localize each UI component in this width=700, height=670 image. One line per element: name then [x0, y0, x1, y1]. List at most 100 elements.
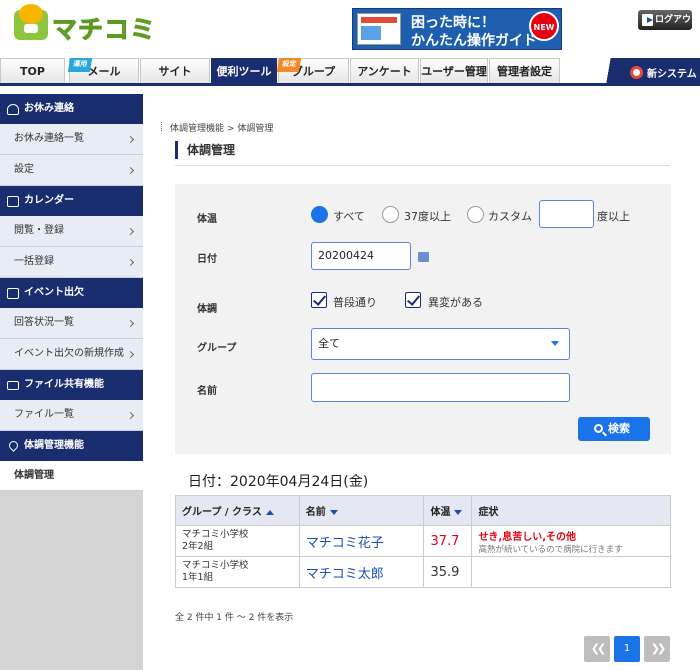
- col-header-class[interactable]: グループ / クラス: [175, 495, 300, 526]
- tab-label: 管理者設定: [497, 65, 552, 78]
- chevron-right-icon: [126, 350, 135, 359]
- tab-label: アンケート: [357, 65, 412, 78]
- student-name-link[interactable]: マチコミ花子: [306, 536, 384, 551]
- tab-tag: 設定: [276, 58, 302, 72]
- date-input[interactable]: 20200424: [311, 242, 411, 270]
- custom-temp-input[interactable]: [539, 200, 594, 228]
- computer-screen-icon: [357, 13, 401, 45]
- tab-top[interactable]: TOP: [0, 58, 65, 83]
- cell-class: マチコミ小学校 2年2組: [175, 525, 300, 557]
- logout-icon: [642, 14, 653, 26]
- heart-icon: [7, 439, 20, 452]
- header: マチコミ 困った時に！ かんたん操作ガイド NEW ログアウト: [0, 0, 700, 58]
- sidebar-item-health-management[interactable]: 体調管理: [0, 461, 143, 491]
- radio-temp-all[interactable]: [311, 206, 328, 223]
- cell-name[interactable]: マチコミ太郎: [298, 556, 425, 588]
- next-page-button[interactable]: ❯❯: [644, 636, 670, 662]
- checkbox-normal-label: 普段通り: [333, 296, 377, 309]
- name-label: 名前: [197, 386, 217, 397]
- double-chevron-right-icon: ❯❯: [650, 642, 667, 655]
- header-label: 名前: [305, 507, 326, 518]
- item-label: 設定: [14, 164, 34, 175]
- tab-survey[interactable]: アンケート: [350, 58, 419, 83]
- sidebar: お休み連絡 お休み連絡一覧 設定 カレンダー 閲覧・登録 一括登録 イベント出欠…: [0, 86, 143, 670]
- page-1-button[interactable]: 1: [614, 636, 640, 662]
- tab-tools[interactable]: 便利ツール: [211, 58, 277, 83]
- new-system-link[interactable]: 新システム: [560, 58, 700, 86]
- tab-label: ユーザー管理: [421, 65, 487, 78]
- radio-temp-37-label: 37度以上: [404, 210, 451, 223]
- sidebar-item-event-create[interactable]: イベント出欠の新規作成: [0, 339, 143, 370]
- tab-label: メール: [87, 65, 121, 78]
- sidebar-item-calendar-view[interactable]: 閲覧・登録: [0, 216, 143, 247]
- col-header-symptom: 症状: [471, 495, 671, 526]
- prev-page-button[interactable]: ❮❮: [584, 636, 610, 662]
- gear-icon: [630, 66, 643, 79]
- tab-label: 便利ツール: [216, 65, 272, 78]
- header-label: グループ / クラス: [182, 507, 262, 518]
- symptom-text: せき,息苦しい,その他: [478, 531, 577, 543]
- col-header-temp[interactable]: 体温: [423, 495, 473, 526]
- logo-text: マチコミ: [51, 15, 157, 45]
- group-select[interactable]: 全て: [311, 328, 570, 360]
- radio-temp-37[interactable]: [382, 206, 399, 223]
- chevron-right-icon: [126, 135, 135, 144]
- tab-admin-settings[interactable]: 管理者設定: [489, 58, 560, 83]
- page-title: 体調管理: [175, 140, 670, 166]
- logout-button[interactable]: ログアウト: [638, 10, 692, 45]
- sidebar-item-file-list[interactable]: ファイル一覧: [0, 400, 143, 431]
- class-school: マチコミ小学校: [182, 529, 249, 540]
- class-grade: 2年2組: [182, 541, 214, 552]
- sidebar-item-absence-settings[interactable]: 設定: [0, 155, 143, 186]
- tab-group[interactable]: 設定 グループ: [276, 58, 349, 83]
- search-button[interactable]: 検索: [578, 417, 650, 441]
- radio-temp-all-label: すべて: [333, 210, 365, 223]
- tab-tag: 運用: [67, 58, 93, 72]
- section-title: イベント出欠: [24, 287, 84, 298]
- checkbox-normal[interactable]: [311, 292, 327, 308]
- radio-temp-custom[interactable]: [467, 206, 484, 223]
- folder-icon: [7, 381, 19, 390]
- machicomi-logo[interactable]: マチコミ: [12, 4, 162, 45]
- calendar-icon[interactable]: [418, 252, 429, 262]
- cell-temp: 37.7: [423, 525, 473, 557]
- health-table: グループ / クラス 名前 体温 症状 マチコミ小学校 2年2組 マチコミ花子 3…: [175, 495, 671, 588]
- header-label: 症状: [478, 507, 499, 518]
- item-label: 回答状況一覧: [14, 317, 74, 328]
- tab-mail[interactable]: 運用 メール: [67, 58, 139, 83]
- checkbox-icon: [7, 288, 19, 299]
- radio-temp-custom-label: カスタム: [488, 210, 532, 223]
- cell-temp: 35.9: [423, 556, 473, 588]
- guide-banner[interactable]: 困った時に！ かんたん操作ガイド NEW: [352, 8, 562, 50]
- table-header-row: グループ / クラス 名前 体温 症状: [175, 495, 671, 526]
- item-label: 一括登録: [14, 256, 54, 267]
- breadcrumb-parent[interactable]: 体調管理機能: [170, 124, 224, 134]
- chevron-down-icon: [551, 341, 559, 346]
- name-input[interactable]: [311, 373, 570, 402]
- breadcrumb-current: 体調管理: [237, 124, 274, 134]
- calendar-icon: [7, 196, 19, 207]
- sort-down-icon: [454, 509, 463, 515]
- student-name-link[interactable]: マチコミ太郎: [306, 567, 384, 582]
- new-badge: NEW: [529, 11, 559, 41]
- tab-site[interactable]: サイト: [140, 58, 210, 83]
- table-row: マチコミ小学校 2年2組 マチコミ花子 37.7 せき,息苦しい,その他 高熱が続い…: [175, 525, 671, 557]
- sidebar-item-calendar-bulk[interactable]: 一括登録: [0, 247, 143, 278]
- tab-user-management[interactable]: ユーザー管理: [420, 58, 488, 83]
- search-icon: [594, 424, 603, 433]
- search-button-label: 検索: [608, 422, 630, 435]
- section-title: カレンダー: [24, 195, 74, 206]
- new-system-label: 新システム: [647, 69, 697, 80]
- cell-name[interactable]: マチコミ花子: [298, 525, 425, 557]
- col-header-name[interactable]: 名前: [298, 495, 425, 526]
- group-select-value: 全て: [318, 337, 340, 350]
- section-title: お休み連絡: [24, 103, 74, 114]
- checkbox-abnormal[interactable]: [405, 292, 421, 308]
- item-label: イベント出欠の新規作成: [14, 348, 124, 359]
- checkbox-abnormal-label: 異変がある: [428, 296, 483, 309]
- sort-up-icon: [265, 509, 274, 515]
- class-grade: 1年1組: [182, 572, 214, 583]
- sidebar-item-absence-list[interactable]: お休み連絡一覧: [0, 124, 143, 155]
- sidebar-item-event-responses[interactable]: 回答状況一覧: [0, 308, 143, 339]
- chevron-right-icon: [126, 411, 135, 420]
